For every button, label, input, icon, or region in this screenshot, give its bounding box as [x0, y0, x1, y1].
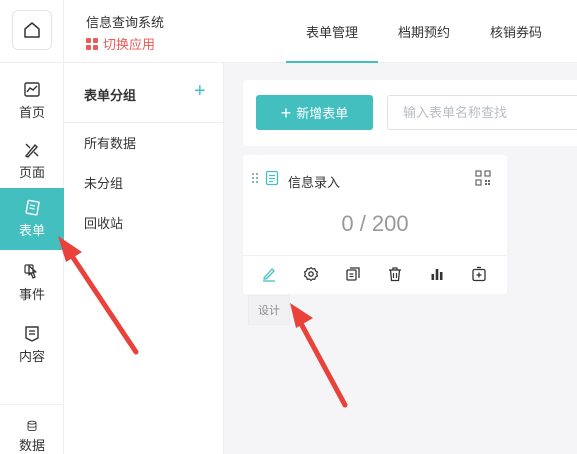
- add-entry-button[interactable]: [469, 264, 489, 284]
- home-button[interactable]: [12, 10, 52, 50]
- delete-button[interactable]: [385, 264, 405, 284]
- left-rail: 首页 页面 表单 事件 内容 数据: [0, 0, 64, 454]
- brush-icon: [24, 143, 39, 158]
- tab-form-management[interactable]: 表单管理: [286, 0, 379, 63]
- add-group-button[interactable]: +: [194, 81, 206, 101]
- plus-icon: +: [280, 102, 292, 123]
- main-content: + 新增表单 信息录入 0 / 200: [225, 63, 577, 454]
- home-icon: [24, 22, 40, 38]
- rail-item-label: 首页: [18, 105, 45, 120]
- rail-item-form[interactable]: 表单: [0, 188, 64, 250]
- group-title: 表单分组: [84, 88, 137, 103]
- add-icon: [472, 266, 486, 282]
- delete-icon: [389, 267, 401, 282]
- content-icon: [25, 326, 39, 342]
- form-search-input[interactable]: [387, 95, 577, 130]
- submission-count: 0 / 200: [341, 211, 409, 236]
- edit-icon: [263, 268, 275, 282]
- app-title: 信息查询系统: [86, 15, 165, 30]
- database-icon: [27, 420, 37, 432]
- new-form-label: 新增表单: [296, 106, 349, 121]
- design-button[interactable]: [259, 264, 279, 284]
- copy-button[interactable]: [343, 264, 363, 284]
- rail-item-page[interactable]: 页面: [0, 130, 64, 192]
- settings-button[interactable]: [301, 264, 321, 284]
- form-icon: [25, 199, 40, 216]
- group-header: 表单分组 +: [64, 63, 224, 123]
- rail-item-label: 页面: [18, 165, 45, 180]
- stats-icon: [431, 269, 443, 280]
- form-group-panel: 表单分组 + 所有数据 未分组 回收站: [64, 63, 224, 454]
- rail-item-label: 内容: [18, 349, 45, 364]
- chart-icon: [24, 82, 40, 97]
- tab-schedule-booking[interactable]: 档期预约: [378, 0, 470, 63]
- statistics-button[interactable]: [427, 264, 447, 284]
- rail-item-content[interactable]: 内容: [0, 314, 64, 376]
- rail-item-event[interactable]: 事件: [0, 252, 64, 314]
- rail-item-label: 事件: [18, 287, 45, 302]
- rail-item-label: 数据: [18, 438, 45, 453]
- tab-redeem-coupon[interactable]: 核销券码: [470, 0, 562, 63]
- settings-icon: [303, 266, 319, 282]
- qr-code-icon[interactable]: [475, 170, 491, 186]
- form-title: 信息录入: [288, 175, 341, 190]
- switch-app-link[interactable]: 切换应用: [86, 34, 155, 53]
- group-item-ungrouped[interactable]: 未分组: [84, 173, 123, 192]
- rail-item-label: 表单: [18, 223, 45, 238]
- apps-grid-icon: [86, 37, 98, 50]
- toolbar: + 新增表单: [243, 80, 577, 146]
- pointer-icon: [24, 264, 37, 279]
- form-card[interactable]: 信息录入 0 / 200: [243, 155, 507, 294]
- drag-handle-icon[interactable]: [251, 172, 259, 184]
- new-form-button[interactable]: + 新增表单: [256, 95, 373, 130]
- header-tabs: 表单管理 档期预约 核销券码: [286, 0, 562, 63]
- rail-item-data[interactable]: 数据: [0, 420, 64, 454]
- rail-item-home[interactable]: 首页: [0, 70, 64, 132]
- switch-app-label: 切换应用: [103, 37, 156, 52]
- group-item-all[interactable]: 所有数据: [84, 133, 136, 152]
- group-item-recycle-bin[interactable]: 回收站: [84, 213, 123, 232]
- copy-icon: [346, 267, 360, 281]
- document-icon: [265, 170, 279, 186]
- top-header: 信息查询系统 切换应用 表单管理 档期预约 核销券码: [64, 0, 577, 63]
- design-tooltip: 设计: [248, 295, 290, 325]
- card-actions: [243, 256, 507, 294]
